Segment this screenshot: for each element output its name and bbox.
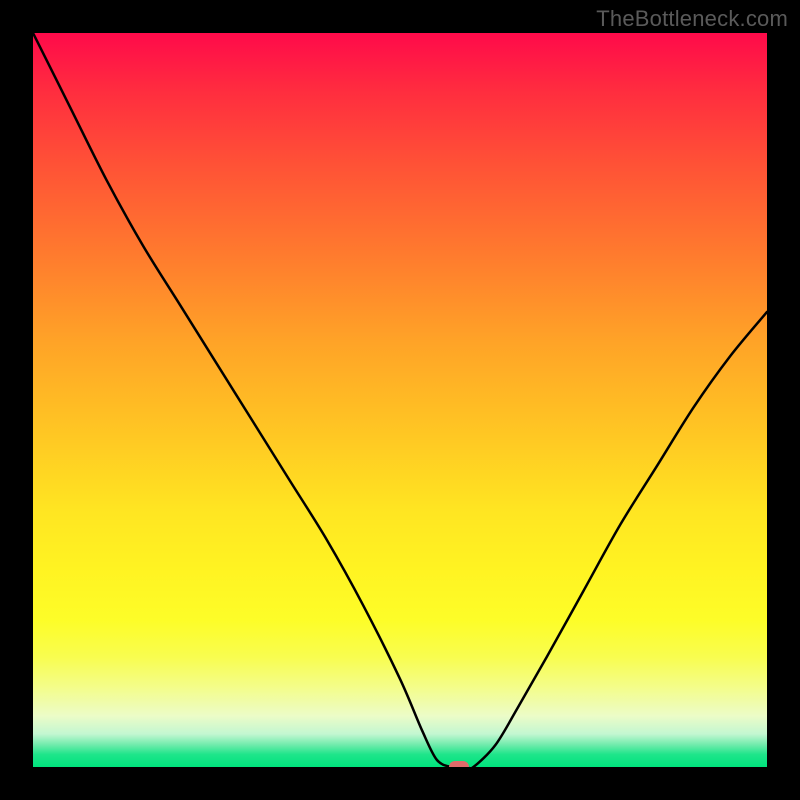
chart-frame: TheBottleneck.com [0,0,800,800]
bottleneck-curve [33,33,767,767]
plot-area [33,33,767,767]
optimal-point-marker [449,761,469,767]
watermark-text: TheBottleneck.com [596,6,788,32]
